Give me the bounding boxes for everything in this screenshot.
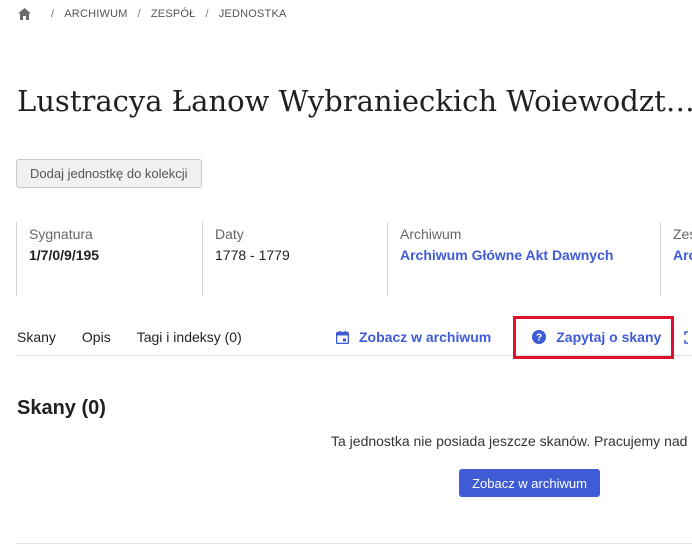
calendar-icon	[335, 330, 349, 344]
tab-actions: Zobacz w archiwum ? Zapytaj o skany	[335, 315, 692, 359]
tab-scans[interactable]: Skany	[17, 329, 56, 345]
view-in-archive-button[interactable]: Zobacz w archiwum	[459, 469, 600, 497]
fonds-label: Zes	[673, 226, 692, 242]
signature-value: 1/7/0/9/195	[29, 247, 100, 263]
no-scans-message: Ta jednostka nie posiada jeszcze skanów.…	[331, 433, 688, 449]
breadcrumb-archive[interactable]: ARCHIWUM	[64, 8, 127, 20]
unit-page: / ARCHIWUM / ZESPÓŁ / JEDNOSTKA Lustracy…	[0, 0, 692, 557]
fonds-link[interactable]: Arc	[673, 247, 692, 263]
breadcrumb-unit: JEDNOSTKA	[218, 8, 287, 20]
ask-for-scans-label: Zapytaj o skany	[556, 329, 662, 345]
metadata-row: Sygnatura 1/7/0/9/195 Daty 1778 - 1779 A…	[16, 222, 692, 296]
archive-label: Archiwum	[400, 226, 462, 242]
meta-archive: Archiwum Archiwum Główne Akt Dawnych	[387, 222, 660, 296]
tab-bar: Skany Opis Tagi i indeksy (0) Zobacz w a…	[17, 315, 692, 359]
ask-for-scans-button[interactable]: ? Zapytaj o skany	[513, 315, 675, 359]
tab-tags-indexes[interactable]: Tagi i indeksy (0)	[137, 329, 242, 345]
question-icon: ?	[532, 330, 547, 344]
section-divider	[17, 543, 692, 544]
breadcrumb-separator: /	[137, 8, 141, 20]
view-in-archive-link[interactable]: Zobacz w archiwum	[335, 329, 491, 345]
tab-description[interactable]: Opis	[82, 329, 111, 345]
scans-section-title: Skany (0)	[17, 397, 106, 419]
breadcrumb-separator: /	[51, 8, 55, 20]
breadcrumb-separator: /	[205, 8, 209, 20]
page-title: Lustracya Łanow Wybranieckich Woiewodztw…	[17, 84, 692, 118]
add-to-collection-button[interactable]: Dodaj jednostkę do kolekcji	[16, 159, 202, 188]
meta-fonds: Zes Arc	[660, 222, 692, 296]
meta-signature: Sygnatura 1/7/0/9/195	[16, 222, 202, 296]
expand-icon	[683, 330, 692, 344]
signature-label: Sygnatura	[29, 226, 93, 242]
archive-link[interactable]: Archiwum Główne Akt Dawnych	[400, 247, 660, 263]
more-action-link[interactable]: Za	[683, 329, 692, 345]
breadcrumb: / ARCHIWUM / ZESPÓŁ / JEDNOSTKA	[17, 7, 287, 21]
view-in-archive-label: Zobacz w archiwum	[359, 329, 492, 345]
home-icon[interactable]	[17, 7, 31, 21]
breadcrumb-fonds[interactable]: ZESPÓŁ	[151, 8, 196, 20]
meta-dates: Daty 1778 - 1779	[202, 222, 387, 296]
svg-text:?: ?	[536, 333, 542, 344]
dates-label: Daty	[215, 226, 244, 242]
dates-value: 1778 - 1779	[215, 247, 290, 263]
